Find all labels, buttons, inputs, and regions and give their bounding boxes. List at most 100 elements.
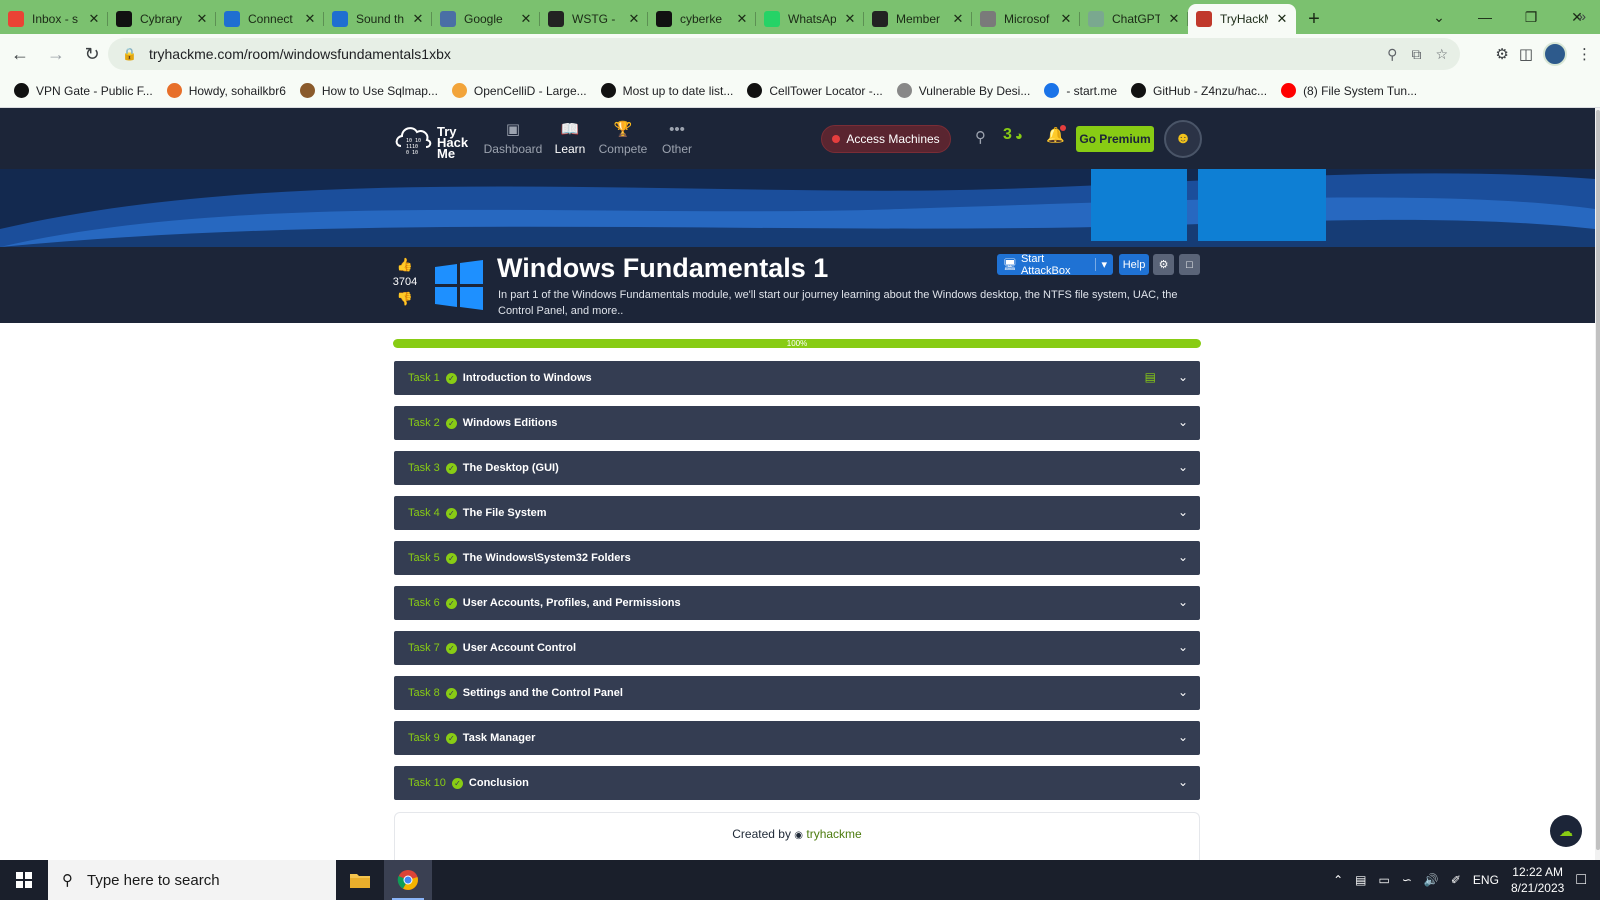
task-row[interactable]: Task 9 ✓ Task Manager ⌄ xyxy=(394,721,1200,755)
task-row[interactable]: Task 5 ✓ The Windows\System32 Folders ⌄ xyxy=(394,541,1200,575)
close-tab-icon[interactable]: ✕ xyxy=(1168,11,1180,27)
chevron-down-icon[interactable]: ⌄ xyxy=(1178,685,1188,699)
tryhackme-logo[interactable]: 10 10 1110 0 10 Try Hack Me xyxy=(393,116,473,162)
start-button[interactable] xyxy=(0,860,48,900)
bookmark-item[interactable]: Howdy, sohailkbr6 xyxy=(166,83,286,98)
thumbs-up-icon[interactable]: 👍 xyxy=(397,257,413,273)
zoom-icon[interactable]: ⚲ xyxy=(1387,46,1397,63)
browser-tab[interactable]: Sound th ✕ xyxy=(324,4,432,34)
task-row[interactable]: Task 7 ✓ User Account Control ⌄ xyxy=(394,631,1200,665)
help-button[interactable]: Help xyxy=(1119,254,1149,275)
start-attackbox-button[interactable]: 🖥 Start AttackBox ▾ xyxy=(997,253,1113,277)
bookmark-room-icon[interactable]: □ xyxy=(1179,254,1200,275)
new-tab-button[interactable]: + xyxy=(1296,4,1332,34)
chevron-down-icon[interactable]: ⌄ xyxy=(1178,550,1188,564)
close-window-button[interactable]: ✕ xyxy=(1554,0,1600,34)
close-tab-icon[interactable]: ✕ xyxy=(952,11,964,27)
nav-compete[interactable]: 🏆 Compete xyxy=(592,120,654,156)
settings-gear-icon[interactable]: ⚙ xyxy=(1153,254,1174,275)
bookmark-star-icon[interactable]: ☆ xyxy=(1435,46,1448,63)
notification-center-icon[interactable]: □ xyxy=(1576,871,1586,889)
task-row[interactable]: Task 1 ✓ Introduction to Windows ▤ ⌄ xyxy=(394,361,1200,395)
close-tab-icon[interactable]: ✕ xyxy=(736,11,748,27)
chevron-down-icon[interactable]: ⌄ xyxy=(1178,460,1188,474)
browser-tab[interactable]: Inbox - s ✕ xyxy=(0,4,108,34)
tray-overflow-icon[interactable]: ⌃ xyxy=(1333,873,1343,887)
nav-other[interactable]: ••• Other xyxy=(646,120,708,157)
author-link[interactable]: tryhackme xyxy=(806,827,861,841)
close-tab-icon[interactable]: ✕ xyxy=(628,11,640,27)
notes-icon[interactable]: ▤ xyxy=(1145,370,1156,384)
chevron-down-icon[interactable]: ⌄ xyxy=(1178,775,1188,789)
chevron-down-icon[interactable]: ⌄ xyxy=(1178,730,1188,744)
caret-down-icon[interactable]: ▾ xyxy=(1095,258,1107,271)
bookmark-item[interactable]: CellTower Locator -... xyxy=(747,83,883,98)
file-explorer-app[interactable] xyxy=(336,860,384,900)
page-scrollbar-thumb[interactable] xyxy=(1596,110,1600,850)
close-tab-icon[interactable]: ✕ xyxy=(412,11,424,27)
wifi-icon[interactable]: ∽ xyxy=(1402,873,1412,887)
bookmark-item[interactable]: - start.me xyxy=(1044,83,1117,98)
chrome-app[interactable] xyxy=(384,860,432,900)
browser-menu-icon[interactable]: ⋮ xyxy=(1577,45,1592,63)
close-tab-icon[interactable]: ✕ xyxy=(88,11,100,27)
browser-tab[interactable]: WhatsAp ✕ xyxy=(756,4,864,34)
browser-tab[interactable]: WSTG - ✕ xyxy=(540,4,648,34)
close-tab-icon[interactable]: ✕ xyxy=(844,11,856,27)
reload-button[interactable]: ↻ xyxy=(76,38,108,70)
forward-button[interactable]: → xyxy=(40,38,72,70)
bookmark-item[interactable]: Most up to date list... xyxy=(600,83,733,98)
task-row[interactable]: Task 3 ✓ The Desktop (GUI) ⌄ xyxy=(394,451,1200,485)
browser-tab[interactable]: ChatGPT ✕ xyxy=(1080,4,1188,34)
task-row[interactable]: Task 8 ✓ Settings and the Control Panel ⌄ xyxy=(394,676,1200,710)
task-row[interactable]: Task 10 ✓ Conclusion ⌄ xyxy=(394,766,1200,800)
bookmark-item[interactable]: Vulnerable By Desi... xyxy=(896,83,1030,98)
more-bookmarks-icon[interactable]: » xyxy=(1578,8,1586,24)
close-tab-icon[interactable]: ✕ xyxy=(304,11,316,27)
chevron-down-icon[interactable]: ⌄ xyxy=(1178,505,1188,519)
user-avatar[interactable]: ☻ xyxy=(1164,120,1202,158)
bookmark-item[interactable]: OpenCelliD - Large... xyxy=(451,83,587,98)
browser-tab[interactable]: Connect ✕ xyxy=(216,4,324,34)
access-machines-button[interactable]: Access Machines xyxy=(821,125,951,153)
back-button[interactable]: ← xyxy=(4,38,36,70)
task-row[interactable]: Task 6 ✓ User Accounts, Profiles, and Perm… xyxy=(394,586,1200,620)
browser-tab[interactable]: Microsof ✕ xyxy=(972,4,1080,34)
meet-now-icon[interactable]: ▤ xyxy=(1355,873,1366,887)
browser-tab[interactable]: Member ✕ xyxy=(864,4,972,34)
chevron-down-icon[interactable]: ⌄ xyxy=(1178,595,1188,609)
battery-icon[interactable]: ▭ xyxy=(1379,873,1390,887)
restore-button[interactable]: ❐ xyxy=(1508,0,1554,34)
thumbs-down-icon[interactable]: 👎 xyxy=(397,291,413,307)
language-indicator[interactable]: ENG xyxy=(1473,873,1499,887)
chevron-down-icon[interactable]: ⌄ xyxy=(1178,415,1188,429)
search-icon[interactable]: ⚲ xyxy=(975,128,986,146)
taskbar-search[interactable]: ⚲ Type here to search xyxy=(48,860,336,900)
bookmark-item[interactable]: How to Use Sqlmap... xyxy=(299,83,438,98)
share-icon[interactable]: ⧉ xyxy=(1411,46,1421,63)
side-panel-icon[interactable]: ◫ xyxy=(1519,45,1533,63)
close-tab-icon[interactable]: ✕ xyxy=(1276,11,1288,27)
browser-tab[interactable]: cyberke ✕ xyxy=(648,4,756,34)
streak-counter[interactable]: 3 ◕ xyxy=(1003,126,1023,144)
chevron-down-icon[interactable]: ⌄ xyxy=(1178,640,1188,654)
browser-tab[interactable]: Google ✕ xyxy=(432,4,540,34)
extensions-icon[interactable]: ⚙ xyxy=(1495,45,1508,63)
volume-icon[interactable]: 🔊 xyxy=(1424,873,1439,887)
chevron-down-icon[interactable]: ⌄ xyxy=(1178,370,1188,384)
address-bar[interactable]: 🔒 tryhackme.com/room/windowsfundamentals… xyxy=(108,38,1460,70)
bookmark-item[interactable]: VPN Gate - Public F... xyxy=(14,83,153,98)
pen-icon[interactable]: ✐ xyxy=(1451,873,1461,887)
chat-support-icon[interactable]: ☁ xyxy=(1550,815,1582,847)
close-tab-icon[interactable]: ✕ xyxy=(1060,11,1072,27)
nav-dashboard[interactable]: ▣ Dashboard xyxy=(482,120,544,156)
task-row[interactable]: Task 2 ✓ Windows Editions ⌄ xyxy=(394,406,1200,440)
bookmark-item[interactable]: (8) File System Tun... xyxy=(1281,83,1417,98)
tab-search-icon[interactable]: ⌄ xyxy=(1416,0,1462,34)
go-premium-button[interactable]: Go Premium xyxy=(1076,126,1154,152)
close-tab-icon[interactable]: ✕ xyxy=(520,11,532,27)
close-tab-icon[interactable]: ✕ xyxy=(196,11,208,27)
browser-tab[interactable]: Cybrary ✕ xyxy=(108,4,216,34)
profile-avatar[interactable] xyxy=(1543,42,1567,66)
clock[interactable]: 12:22 AM 8/21/2023 xyxy=(1511,864,1564,896)
